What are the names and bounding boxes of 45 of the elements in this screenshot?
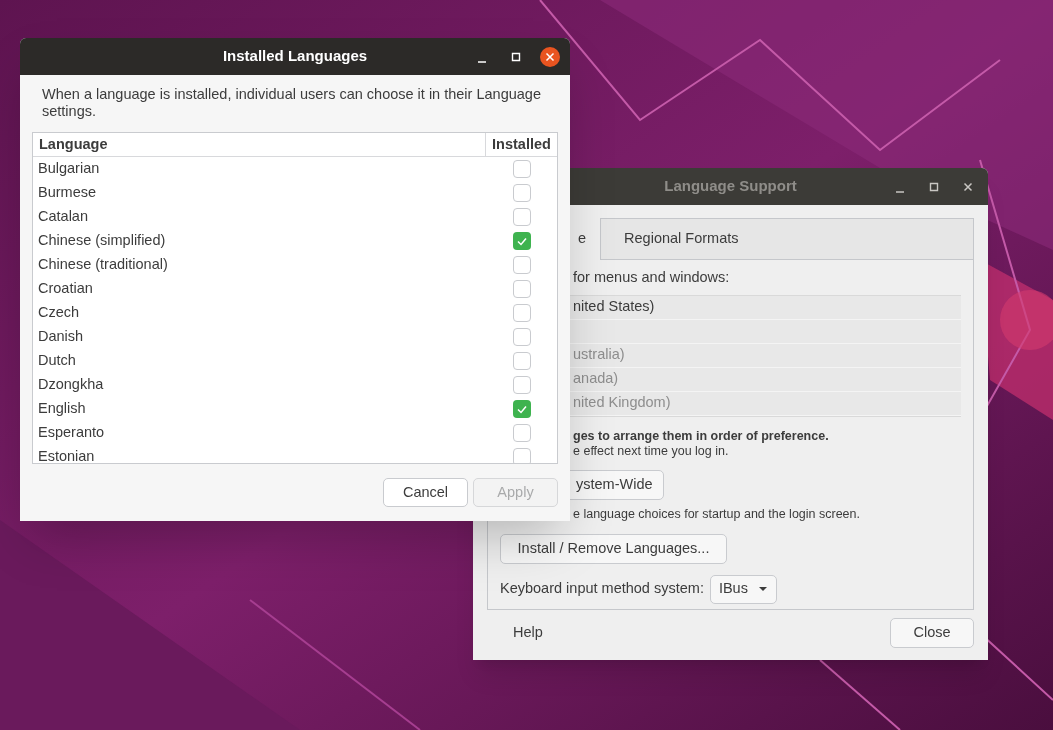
table-cell-text: English — [37, 399, 87, 419]
checkbox[interactable] — [512, 208, 531, 226]
checkbox[interactable] — [512, 184, 531, 202]
checkbox[interactable] — [512, 400, 531, 418]
table-cell-text: Croatian — [37, 279, 94, 299]
column-header[interactable]: Installed — [486, 133, 557, 156]
hint-text: e language choices for startup and the login screen. — [573, 506, 861, 522]
input-method-dropdown[interactable]: IBus — [709, 574, 777, 604]
table-cell-text: Dzongkha — [37, 375, 105, 395]
checkbox[interactable] — [512, 232, 531, 250]
hint-text: ges to arrange them in order of preference. — [573, 428, 830, 444]
window-title: Language Support — [664, 176, 797, 197]
checkbox[interactable] — [512, 328, 531, 346]
checkbox[interactable] — [512, 424, 531, 442]
checkbox[interactable] — [512, 376, 531, 394]
minimize-icon — [896, 190, 904, 193]
table-cell-text: Chinese (simplified) — [37, 231, 167, 251]
close-button[interactable] — [540, 46, 560, 67]
section-label: for menus and windows: — [573, 268, 731, 287]
help-button[interactable]: Help — [513, 622, 543, 644]
install-remove-button[interactable]: Install / Remove Languages... — [500, 533, 727, 564]
table-cell-text: Dutch — [37, 351, 77, 371]
tab[interactable]: Regional Formats — [601, 218, 762, 259]
keyboard-label: Keyboard input method system: — [500, 579, 704, 599]
table-cell-text: Esperanto — [37, 423, 106, 443]
checkbox[interactable] — [512, 448, 531, 463]
window-title: Installed Languages — [222, 46, 368, 67]
table-cell-text: Estonian — [37, 447, 96, 463]
table-cell-text: Danish — [37, 327, 85, 347]
cancel-button[interactable]: Cancel — [383, 478, 468, 507]
checkbox[interactable] — [512, 304, 531, 322]
description-text: When a language is installed, individual users can choose it in their Language settings. — [41, 85, 542, 120]
table-cell-text: Bulgarian — [37, 159, 101, 179]
table-cell-text: Czech — [37, 303, 81, 323]
checkbox[interactable] — [512, 256, 531, 274]
close-dialog-button[interactable]: Close — [890, 618, 974, 648]
checkbox[interactable] — [512, 352, 531, 370]
checkbox[interactable] — [512, 160, 531, 178]
column-header[interactable]: Language — [33, 133, 486, 156]
table-cell-text: Catalan — [37, 207, 89, 227]
table-cell-text: Burmese — [37, 183, 98, 203]
minimize-icon — [478, 60, 486, 63]
table-cell-text: Chinese (traditional) — [37, 255, 169, 275]
checkbox[interactable] — [512, 280, 531, 298]
hint-text: e effect next time you log in. — [573, 443, 730, 459]
